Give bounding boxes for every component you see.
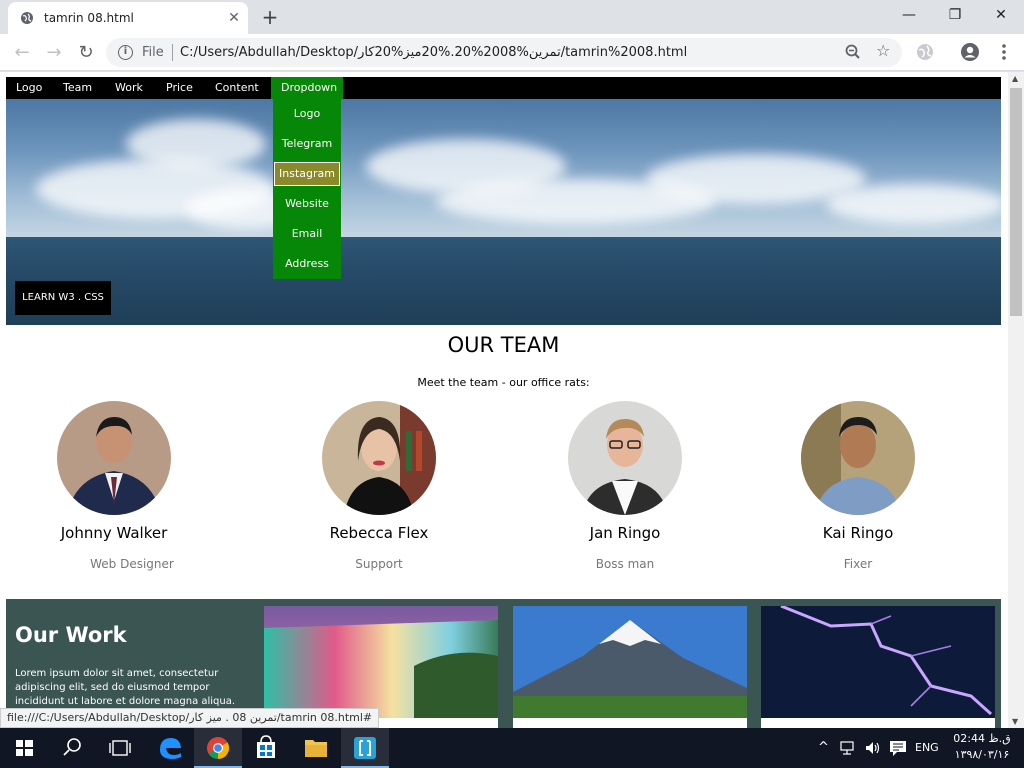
member-role: Support: [355, 557, 403, 571]
task-view-icon[interactable]: [96, 728, 144, 768]
work-card-caption: [513, 718, 747, 728]
cloud-shape: [826, 184, 1001, 224]
tab-title: tamrin 08.html: [44, 11, 134, 25]
hero-banner: LEARN W3 . CSS: [6, 99, 1001, 325]
dropdown-menu: Logo Telegram Instagram Website Email Ad…: [273, 99, 341, 279]
nav-item-logo[interactable]: Logo: [6, 77, 52, 99]
member-name: Jan Ringo: [589, 524, 661, 542]
bookmark-star-icon[interactable]: ☆: [876, 41, 890, 60]
windows-start-icon[interactable]: [0, 728, 48, 768]
member-role: Fixer: [843, 557, 873, 571]
work-image-lightning[interactable]: [761, 606, 995, 718]
work-title: Our Work: [15, 623, 127, 647]
new-tab-button[interactable]: +: [258, 6, 282, 30]
system-clock[interactable]: 02:44 ق.ظ ۱۳۹۸/۰۳/۱۶: [950, 731, 1014, 763]
url-text[interactable]: C:/Users/Abdullah/Desktop/تمرین%2008%20.…: [180, 45, 687, 60]
reload-icon[interactable]: ↻: [73, 40, 99, 66]
clock-time: 02:44 ق.ظ: [953, 732, 1011, 745]
avatar: [801, 401, 915, 515]
nav-item-price[interactable]: Price: [156, 77, 203, 99]
profile-avatar-icon[interactable]: [960, 42, 980, 62]
file-explorer-icon[interactable]: [292, 728, 340, 768]
zoom-icon[interactable]: [844, 43, 862, 61]
dropdown-item-logo[interactable]: Logo: [273, 99, 341, 129]
nav-dropdown-toggle[interactable]: Dropdown: [271, 77, 343, 99]
menu-kebab-icon[interactable]: [994, 42, 1014, 62]
dropdown-item-website[interactable]: Website: [273, 189, 341, 219]
member-name: Rebecca Flex: [329, 524, 429, 542]
address-bar[interactable]: i File C:/Users/Abdullah/Desktop/تمرین%2…: [106, 38, 902, 67]
chrome-taskbar-icon[interactable]: [194, 728, 242, 768]
work-description: Lorem ipsum dolor sit amet, consectetur …: [15, 668, 236, 707]
team-subtitle: Meet the team - our office rats:: [417, 376, 590, 389]
clock-date: ۱۳۹۸/۰۳/۱۶: [954, 748, 1010, 761]
store-icon[interactable]: [242, 728, 290, 768]
member-name: Johnny Walker: [60, 524, 168, 542]
notification-icon[interactable]: [889, 740, 907, 756]
page-viewport: Logo Team Work Price Content Dropdown LE…: [0, 72, 1008, 728]
top-navbar: Logo Team Work Price Content Dropdown: [6, 77, 1001, 99]
hero-sea: [6, 237, 1001, 325]
editor-app-icon[interactable]: [341, 728, 389, 768]
back-arrow-icon[interactable]: ←: [9, 40, 35, 66]
forward-arrow-icon[interactable]: →: [41, 40, 67, 66]
member-name: Kai Ringo: [822, 524, 894, 542]
language-indicator[interactable]: ENG: [915, 728, 939, 768]
nav-item-content[interactable]: Content: [205, 77, 269, 99]
tab-close-icon[interactable]: ✕: [224, 8, 244, 28]
info-icon[interactable]: i: [118, 45, 133, 60]
minimize-button[interactable]: —: [886, 0, 932, 30]
scroll-thumb[interactable]: [1010, 88, 1022, 316]
tab-strip: tamrin 08.html ✕ + — ❐ ✕: [0, 0, 1024, 34]
work-image-mountain[interactable]: [513, 606, 747, 718]
work-card-caption: [761, 718, 995, 728]
dropdown-item-email[interactable]: Email: [273, 219, 341, 249]
windows-taskbar: ^ ENG 02:44 ق.ظ ۱۳۹۸/۰۳/۱۶: [0, 728, 1024, 768]
avatar: [322, 401, 436, 515]
edge-browser-icon[interactable]: [146, 728, 194, 768]
browser-toolbar: ← → ↻ i File C:/Users/Abdullah/Desktop/ت…: [0, 34, 1024, 71]
search-icon[interactable]: [48, 728, 96, 768]
dropdown-item-address[interactable]: Address: [273, 249, 341, 279]
link-status-bar: file:///C:/Users/Abdullah/Desktop/تمرین …: [0, 708, 380, 728]
extension-globe-icon[interactable]: [915, 42, 935, 62]
nav-item-team[interactable]: Team: [53, 77, 102, 99]
learn-css-button[interactable]: LEARN W3 . CSS: [15, 281, 111, 315]
dropdown-item-instagram[interactable]: Instagram: [274, 162, 340, 186]
member-role: Web Designer: [90, 557, 174, 571]
browser-tab[interactable]: tamrin 08.html ✕: [8, 2, 248, 34]
tray-chevron-up-icon[interactable]: ^: [818, 728, 829, 768]
page-scrollbar[interactable]: ▲ ▼: [1008, 72, 1024, 728]
work-image-waterfall[interactable]: [264, 606, 498, 718]
nav-item-work[interactable]: Work: [105, 77, 153, 99]
scroll-up-icon[interactable]: ▲: [1012, 74, 1018, 83]
restore-button[interactable]: ❐: [932, 0, 978, 30]
volume-icon[interactable]: [864, 740, 882, 756]
globe-icon: [21, 12, 33, 24]
team-title: OUR TEAM: [447, 333, 560, 357]
network-icon[interactable]: [840, 740, 858, 756]
close-window-button[interactable]: ✕: [978, 0, 1024, 30]
avatar: [568, 401, 682, 515]
scheme-label: File: [142, 45, 164, 60]
avatar: [57, 401, 171, 515]
dropdown-item-telegram[interactable]: Telegram: [273, 129, 341, 159]
scroll-down-icon[interactable]: ▼: [1012, 717, 1018, 726]
address-divider: [172, 44, 173, 61]
member-role: Boss man: [595, 557, 655, 571]
